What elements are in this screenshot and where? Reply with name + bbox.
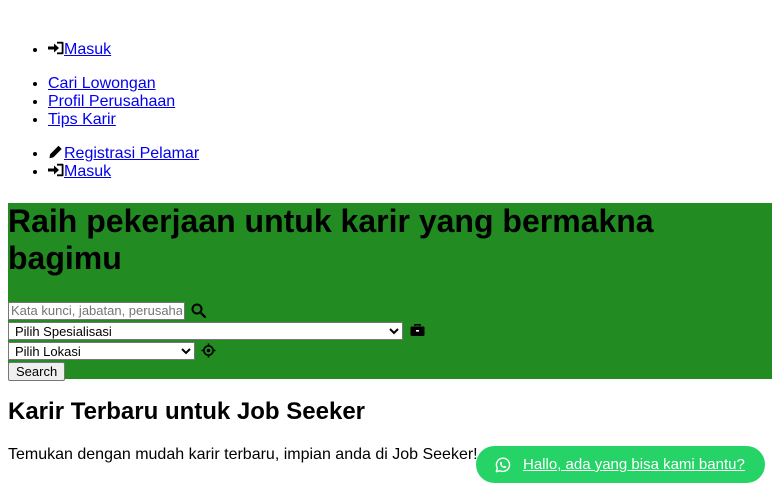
pencil-icon bbox=[48, 145, 64, 159]
nav-link-cari-lowongan[interactable]: Cari Lowongan bbox=[48, 75, 156, 92]
nav-item-register: Registrasi Pelamar bbox=[48, 145, 780, 163]
nav-link-profil-perusahaan[interactable]: Profil Perusahaan bbox=[48, 93, 175, 110]
login-link-2-label: Masuk bbox=[64, 163, 112, 180]
nav-item-profil-perusahaan: Profil Perusahaan bbox=[48, 93, 780, 111]
nav-item-login-2: Masuk bbox=[48, 163, 780, 181]
nav-item-tips-karir: Tips Karir bbox=[48, 111, 780, 129]
section-description: Temukan dengan mudah karir terbaru, impi… bbox=[8, 446, 478, 463]
section-title: Karir Terbaru untuk Job Seeker bbox=[8, 398, 365, 425]
hero-banner: Raih pekerjaan untuk karir yang bermakna… bbox=[8, 203, 772, 381]
keyword-row bbox=[8, 301, 425, 320]
search-icon bbox=[191, 303, 206, 318]
specialization-row: Pilih Spesialisasi bbox=[8, 321, 425, 340]
crosshairs-icon bbox=[201, 343, 216, 358]
location-row: Pilih Lokasi bbox=[8, 341, 425, 360]
sign-in-icon bbox=[48, 41, 64, 55]
briefcase-icon bbox=[410, 323, 425, 338]
sign-in-icon bbox=[48, 163, 64, 177]
nav-item-login: Masuk bbox=[48, 41, 780, 59]
register-link-label: Registrasi Pelamar bbox=[64, 145, 200, 162]
top-nav: Masuk bbox=[0, 41, 780, 59]
login-link-2[interactable]: Masuk bbox=[48, 163, 111, 180]
keyword-input[interactable] bbox=[8, 301, 185, 320]
location-select[interactable]: Pilih Lokasi bbox=[8, 341, 195, 360]
specialization-select[interactable]: Pilih Spesialisasi bbox=[8, 321, 403, 340]
auth-nav: Registrasi Pelamar Masuk bbox=[0, 145, 780, 181]
search-button[interactable]: Search bbox=[8, 362, 66, 381]
register-link[interactable]: Registrasi Pelamar bbox=[48, 145, 199, 162]
login-link[interactable]: Masuk bbox=[48, 41, 111, 58]
nav-item-cari-lowongan: Cari Lowongan bbox=[48, 75, 780, 93]
nav-link-tips-karir[interactable]: Tips Karir bbox=[48, 111, 116, 128]
main-nav: Cari Lowongan Profil Perusahaan Tips Kar… bbox=[0, 75, 780, 129]
whatsapp-chat-button[interactable]: Hallo, ada yang bisa kami bantu? bbox=[476, 446, 765, 483]
job-search-form: Pilih Spesialisasi Pilih Lokasi Search bbox=[8, 301, 425, 381]
whatsapp-button-label: Hallo, ada yang bisa kami bantu? bbox=[523, 456, 745, 473]
whatsapp-icon bbox=[495, 457, 511, 473]
hero-title: Raih pekerjaan untuk karir yang bermakna… bbox=[8, 203, 654, 276]
login-link-label: Masuk bbox=[64, 41, 112, 58]
